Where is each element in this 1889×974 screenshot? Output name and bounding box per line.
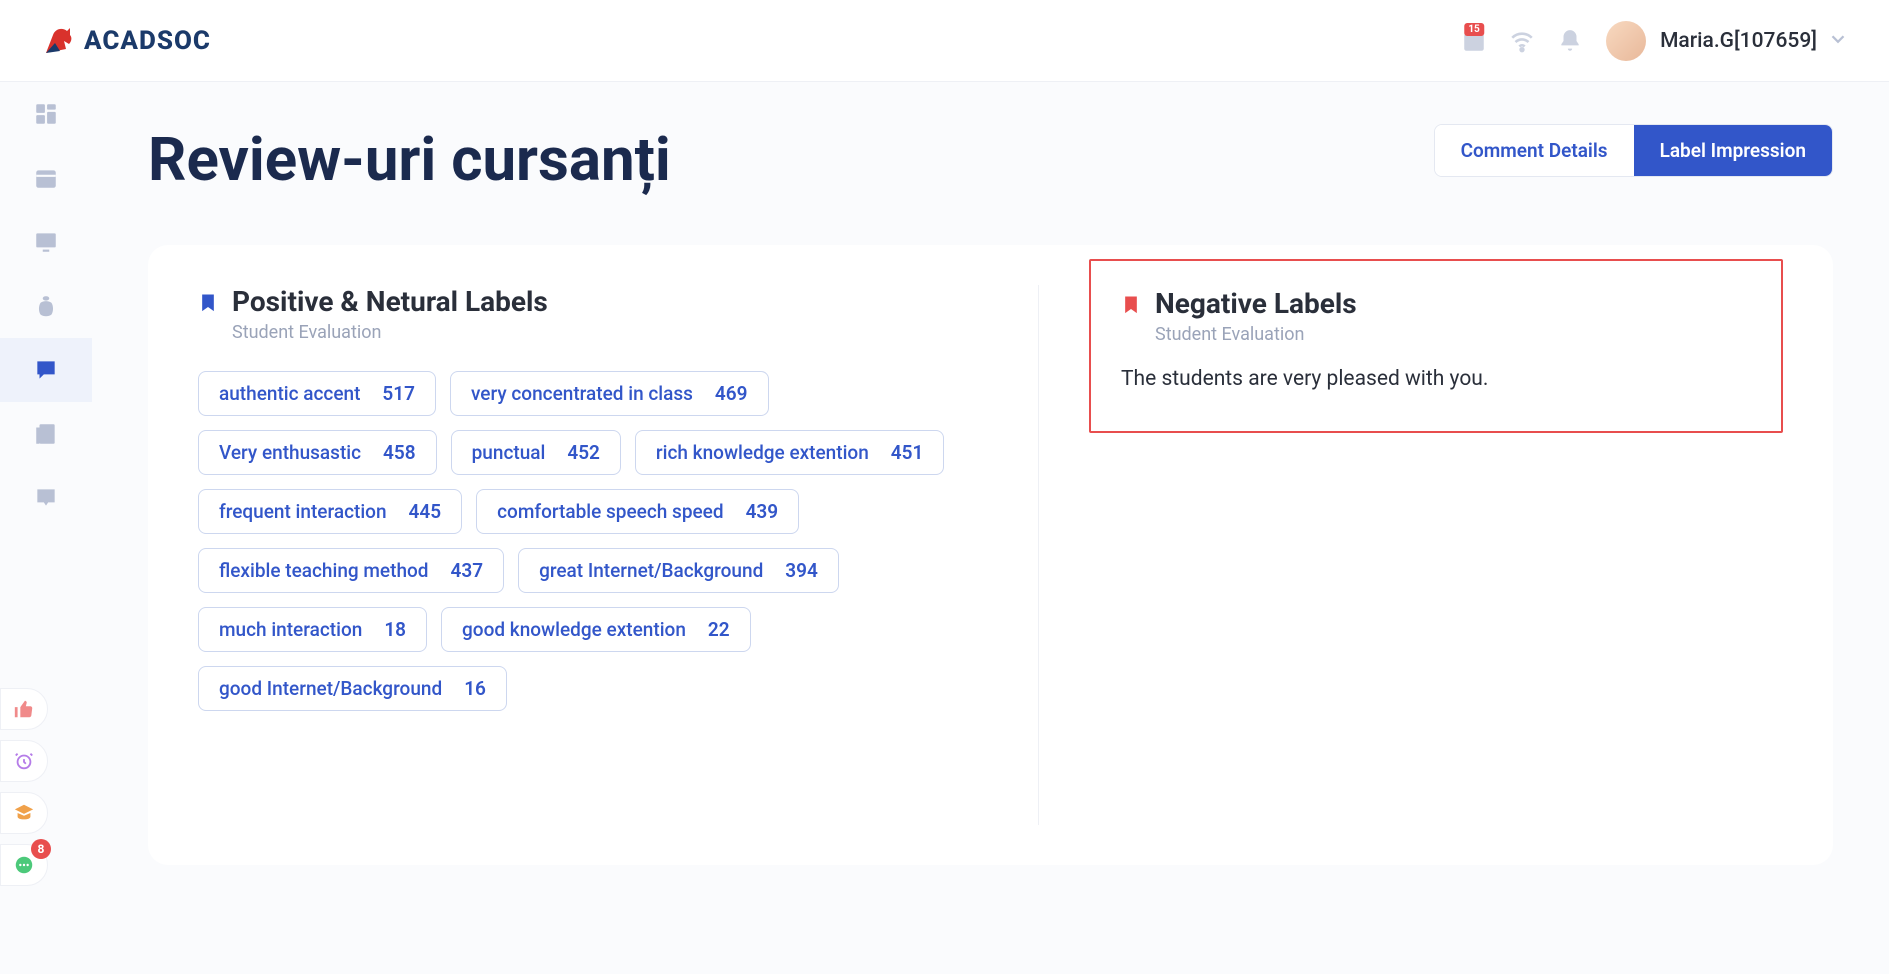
label-chip[interactable]: good Internet/Background 16 bbox=[198, 666, 507, 711]
label-chip-text: rich knowledge extention bbox=[656, 441, 869, 464]
label-chip-count: 451 bbox=[891, 441, 924, 464]
label-chip[interactable]: great Internet/Background 394 bbox=[518, 548, 839, 593]
label-chip-count: 517 bbox=[382, 382, 415, 405]
label-chip-count: 452 bbox=[567, 441, 600, 464]
main-content: Review-uri cursanți Comment Details Labe… bbox=[92, 82, 1889, 974]
brand-logo[interactable]: ACADSOC bbox=[40, 23, 211, 59]
rooster-icon bbox=[40, 23, 76, 59]
float-thumbs-up[interactable] bbox=[0, 688, 48, 730]
user-avatar[interactable] bbox=[1606, 21, 1646, 61]
sidebar-item-calendar[interactable] bbox=[0, 146, 92, 210]
app-header: ACADSOC 15 Maria.G[107659] bbox=[0, 0, 1889, 82]
user-name-label: Maria.G[107659] bbox=[1660, 29, 1817, 53]
tab-comment-details[interactable]: Comment Details bbox=[1435, 125, 1634, 176]
label-chip-text: great Internet/Background bbox=[539, 559, 763, 582]
negative-message: The students are very pleased with you. bbox=[1121, 367, 1751, 391]
label-chip-text: Very enthusastic bbox=[219, 441, 361, 464]
positive-labels-list: authentic accent 517 very concentrated in … bbox=[198, 371, 998, 711]
label-chip[interactable]: comfortable speech speed 439 bbox=[476, 489, 799, 534]
brand-text: ACADSOC bbox=[84, 26, 211, 56]
sidebar-item-reviews[interactable] bbox=[0, 338, 92, 402]
sidebar-item-earnings[interactable] bbox=[0, 274, 92, 338]
label-chip-text: frequent interaction bbox=[219, 500, 387, 523]
bookmark-icon bbox=[1121, 291, 1141, 317]
label-chip-text: flexible teaching method bbox=[219, 559, 428, 582]
positive-column: Positive & Netural Labels Student Evalua… bbox=[198, 285, 998, 825]
label-chip[interactable]: Very enthusastic 458 bbox=[198, 430, 437, 475]
label-chip-text: comfortable speech speed bbox=[497, 500, 723, 523]
calendar-badge-icon[interactable]: 15 bbox=[1450, 17, 1498, 65]
sidebar-item-dashboard[interactable] bbox=[0, 82, 92, 146]
label-chip-count: 394 bbox=[785, 559, 818, 582]
negative-subtitle: Student Evaluation bbox=[1155, 324, 1357, 345]
label-chip-count: 445 bbox=[409, 500, 442, 523]
float-alarm[interactable] bbox=[0, 740, 48, 782]
positive-title: Positive & Netural Labels bbox=[232, 285, 548, 318]
calendar-badge-count: 15 bbox=[1464, 23, 1483, 36]
label-chip-text: punctual bbox=[472, 441, 546, 464]
bell-icon[interactable] bbox=[1546, 17, 1594, 65]
label-chip-count: 18 bbox=[384, 618, 406, 641]
labels-card: Positive & Netural Labels Student Evalua… bbox=[148, 245, 1833, 865]
label-chip[interactable]: rich knowledge extention 451 bbox=[635, 430, 944, 475]
wifi-icon[interactable] bbox=[1498, 17, 1546, 65]
view-tabs: Comment Details Label Impression bbox=[1434, 124, 1833, 177]
label-chip-text: authentic accent bbox=[219, 382, 360, 405]
label-chip-count: 458 bbox=[383, 441, 416, 464]
negative-title: Negative Labels bbox=[1155, 287, 1357, 320]
float-graduation[interactable] bbox=[0, 792, 48, 834]
label-chip-count: 22 bbox=[708, 618, 730, 641]
label-chip-count: 439 bbox=[746, 500, 779, 523]
label-chip-text: good Internet/Background bbox=[219, 677, 442, 700]
float-chat-badge: 8 bbox=[31, 839, 51, 859]
label-chip[interactable]: flexible teaching method 437 bbox=[198, 548, 504, 593]
chevron-down-icon[interactable] bbox=[1827, 28, 1849, 54]
sidebar-item-monitor[interactable] bbox=[0, 210, 92, 274]
negative-highlight-box: Negative Labels Student Evaluation The s… bbox=[1089, 259, 1783, 433]
tab-label-impression[interactable]: Label Impression bbox=[1634, 125, 1832, 176]
label-chip-count: 469 bbox=[715, 382, 748, 405]
label-chip-count: 437 bbox=[450, 559, 483, 582]
float-chat[interactable]: 8 bbox=[0, 844, 48, 886]
label-chip[interactable]: very concentrated in class 469 bbox=[450, 371, 769, 416]
negative-column: Negative Labels Student Evaluation The s… bbox=[1038, 285, 1783, 825]
label-chip-count: 16 bbox=[464, 677, 486, 700]
label-chip[interactable]: authentic accent 517 bbox=[198, 371, 436, 416]
label-chip-text: good knowledge extention bbox=[462, 618, 686, 641]
label-chip[interactable]: punctual 452 bbox=[451, 430, 621, 475]
sidebar-item-documents[interactable] bbox=[0, 402, 92, 466]
bookmark-icon bbox=[198, 289, 218, 315]
label-chip[interactable]: much interaction 18 bbox=[198, 607, 427, 652]
sidebar-item-feedback[interactable] bbox=[0, 466, 92, 530]
label-chip-text: very concentrated in class bbox=[471, 382, 693, 405]
positive-subtitle: Student Evaluation bbox=[232, 322, 548, 343]
label-chip[interactable]: good knowledge extention 22 bbox=[441, 607, 751, 652]
label-chip[interactable]: frequent interaction 445 bbox=[198, 489, 462, 534]
label-chip-text: much interaction bbox=[219, 618, 362, 641]
